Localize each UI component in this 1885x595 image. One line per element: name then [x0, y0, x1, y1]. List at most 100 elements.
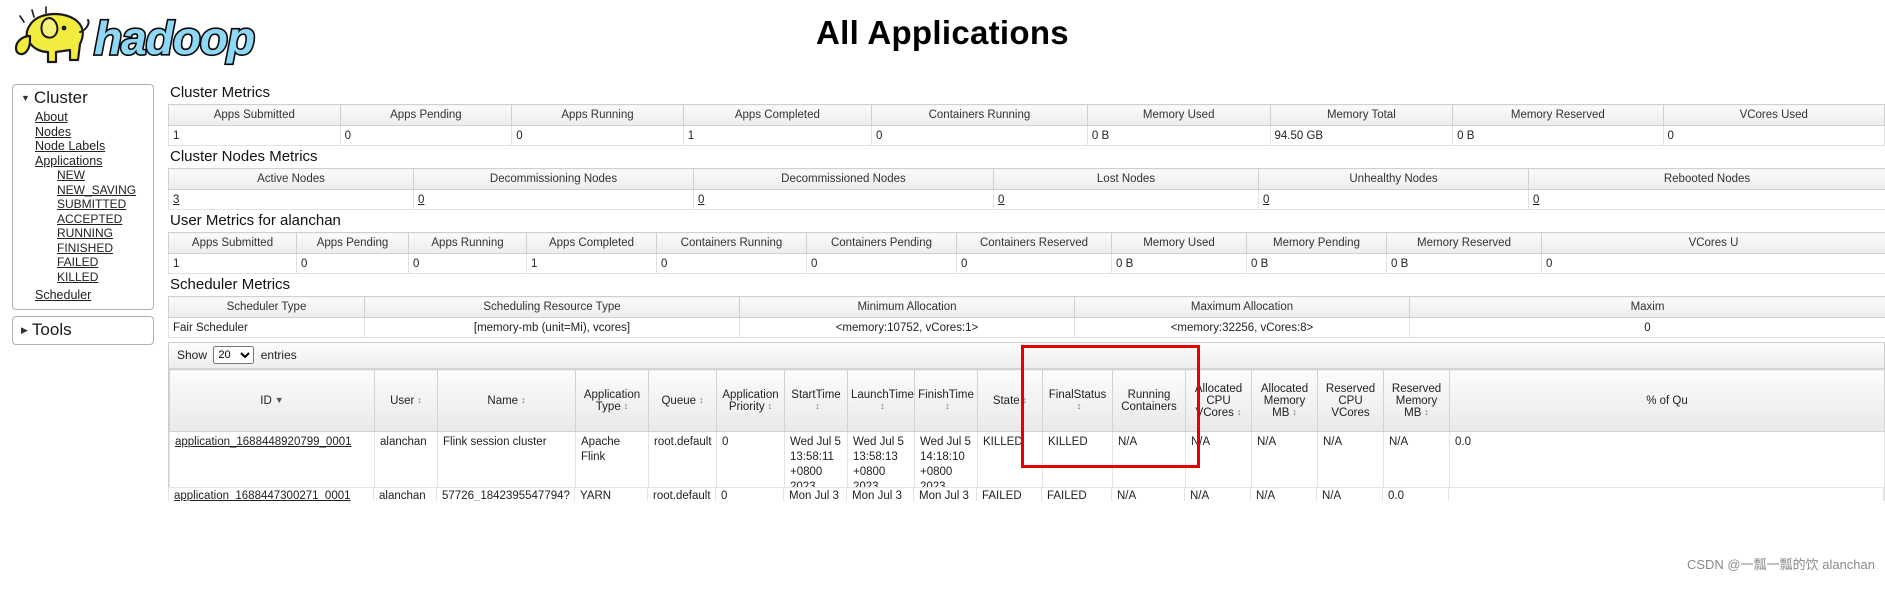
caret-right-icon: ▶ — [21, 324, 28, 335]
col-decommissioned-nodes: Decommissioned Nodes — [693, 168, 994, 190]
sort-both-icon: ↕ — [1292, 407, 1297, 418]
col-apps-completed: Apps Completed — [682, 104, 872, 126]
col-name[interactable]: Name ↕ — [437, 369, 576, 432]
col-minimum-allocation: Minimum Allocation — [739, 296, 1075, 318]
table-row: 1 0 0 1 0 0 0 0 B 0 B 0 B 0 — [168, 253, 1885, 274]
sort-both-icon: ↕ — [699, 395, 704, 406]
sidebar-item-failed[interactable]: FAILED — [57, 255, 147, 270]
cell-allocated-memory: N/A — [1250, 487, 1317, 501]
val-apps-running: 0 — [511, 125, 684, 146]
user-metrics-table: Apps Submitted Apps Pending Apps Running… — [168, 232, 1885, 274]
sidebar-item-about[interactable]: About — [35, 110, 147, 125]
cell-running-containers: N/A — [1111, 487, 1185, 501]
main-content: Cluster Metrics Apps Submitted Apps Pend… — [168, 84, 1885, 500]
val-user-memory-reserved: 0 B — [1386, 253, 1542, 274]
sidebar-cluster-section: ▼ Cluster About Nodes Node Labels Applica… — [12, 84, 154, 310]
col-finishtime[interactable]: FinishTime↕ — [914, 369, 978, 432]
sidebar-app-states: NEW NEW_SAVING SUBMITTED ACCEPTED RUNNIN… — [35, 168, 147, 284]
col-finalstatus[interactable]: FinalStatus↕ — [1042, 369, 1113, 432]
col-starttime[interactable]: StartTime↕ — [784, 369, 848, 432]
sidebar-tools-header[interactable]: ▶ Tools — [19, 320, 147, 340]
applications-table: ID ▼ User ↕ Name ↕ Application Type ↕ Queue ↕… — [169, 369, 1885, 499]
col-user-apps-pending: Apps Pending — [296, 232, 409, 254]
applications-table-panel: Show 204060100 entries ID▼ User↕ Name↕ A… — [168, 342, 1885, 500]
sidebar-item-applications[interactable]: Applications — [35, 154, 147, 169]
val-user-apps-pending: 0 — [296, 253, 409, 274]
col-apps-running: Apps Running — [511, 104, 684, 126]
col-scheduler-type: Scheduler Type — [168, 296, 365, 318]
sidebar-item-submitted[interactable]: SUBMITTED — [57, 197, 147, 212]
col-launchtime[interactable]: LaunchTime↕ — [847, 369, 915, 432]
col-active-nodes: Active Nodes — [168, 168, 414, 190]
val-decommissioned-nodes[interactable]: 0 — [693, 189, 994, 210]
col-state[interactable]: State ↕ — [977, 369, 1043, 432]
cell-application-type: YARN — [574, 487, 648, 501]
col-reserved-memory-mb[interactable]: Reserved Memory MB ↕ — [1383, 369, 1450, 432]
col-user-containers-running: Containers Running — [656, 232, 807, 254]
val-user-vcores-used: 0 — [1541, 253, 1885, 274]
col-pct-of-queue[interactable]: % of Qu — [1449, 369, 1885, 432]
sort-both-icon: ↕ — [1424, 407, 1429, 418]
table-header-row: Apps Submitted Apps Pending Apps Running… — [168, 232, 1885, 254]
cell-finalstatus: FAILED — [1041, 487, 1112, 501]
entries-per-page-select[interactable]: 204060100 — [213, 346, 255, 364]
sidebar-item-node-labels[interactable]: Node Labels — [35, 139, 147, 154]
sidebar-item-nodes[interactable]: Nodes — [35, 125, 147, 140]
col-reserved-cpu-vcores[interactable]: Reserved CPU VCores — [1317, 369, 1384, 432]
val-lost-nodes[interactable]: 0 — [993, 189, 1259, 210]
show-entries-label: Show — [177, 348, 208, 362]
cluster-nodes-metrics-table: Active Nodes Decommissioning Nodes Decom… — [168, 168, 1885, 210]
sidebar-item-finished[interactable]: FINISHED — [57, 241, 147, 256]
val-user-containers-pending: 0 — [806, 253, 957, 274]
sidebar-item-scheduler[interactable]: Scheduler — [35, 288, 147, 303]
table-row[interactable]: application_1688447300271_0001 alanchan … — [168, 487, 1884, 501]
col-apps-pending: Apps Pending — [339, 104, 513, 126]
user-metrics-title: User Metrics for alanchan — [170, 212, 341, 229]
cluster-metrics-title: Cluster Metrics — [170, 84, 271, 101]
val-user-apps-submitted: 1 — [168, 253, 297, 274]
col-application-type[interactable]: Application Type ↕ — [575, 369, 649, 432]
col-memory-total: Memory Total — [1269, 104, 1454, 126]
table-row: 3 0 0 0 0 0 — [168, 189, 1885, 210]
sidebar-tools-section: ▶ Tools — [12, 315, 154, 345]
applications-table-clipped-row: application_1688447300271_0001 alanchan … — [168, 487, 1885, 501]
col-user[interactable]: User ↕ — [374, 369, 438, 432]
col-maximum-allocation: Maximum Allocation — [1074, 296, 1410, 318]
val-active-nodes[interactable]: 3 — [168, 189, 414, 210]
col-running-containers[interactable]: Running Containers — [1112, 369, 1186, 432]
sort-both-icon: ↕ — [1236, 407, 1242, 418]
sidebar-item-new[interactable]: NEW — [57, 168, 147, 183]
val-scheduling-resource-type: [memory-mb (unit=Mi), vcores] — [364, 317, 740, 338]
val-memory-total: 94.50 GB — [1269, 125, 1454, 146]
cell-pct-of-queue — [1448, 487, 1884, 501]
table-row: 1 0 0 1 0 0 B 94.50 GB 0 B 0 — [168, 125, 1885, 146]
sidebar-item-killed[interactable]: KILLED — [57, 270, 147, 285]
col-rebooted-nodes: Rebooted Nodes — [1528, 168, 1885, 190]
table-header-row: Active Nodes Decommissioning Nodes Decom… — [168, 168, 1885, 190]
val-unhealthy-nodes[interactable]: 0 — [1258, 189, 1529, 210]
col-queue[interactable]: Queue ↕ — [648, 369, 717, 432]
val-scheduler-type: Fair Scheduler — [168, 317, 365, 338]
col-id[interactable]: ID ▼ — [169, 369, 375, 432]
val-decommissioning-nodes[interactable]: 0 — [413, 189, 694, 210]
table-header-row: Apps Submitted Apps Pending Apps Running… — [168, 104, 1885, 126]
page-title: All Applications — [816, 14, 1069, 51]
sort-both-icon: ↕ — [945, 401, 950, 412]
sidebar-item-new-saving[interactable]: NEW_SAVING — [57, 183, 147, 198]
sidebar-item-accepted[interactable]: ACCEPTED — [57, 212, 147, 227]
val-user-containers-running: 0 — [656, 253, 807, 274]
val-user-apps-running: 0 — [408, 253, 527, 274]
col-scheduling-resource-type: Scheduling Resource Type — [364, 296, 740, 318]
val-memory-reserved: 0 B — [1452, 125, 1664, 146]
col-allocated-memory-mb[interactable]: Allocated Memory MB ↕ — [1251, 369, 1318, 432]
col-allocated-cpu-vcores[interactable]: Allocated CPU VCores ↕ — [1185, 369, 1252, 432]
sort-both-icon: ↕ — [417, 395, 422, 406]
cell-starttime: Mon Jul 3 — [783, 487, 847, 501]
sidebar-item-running[interactable]: RUNNING — [57, 226, 147, 241]
cell-app-id[interactable]: application_1688447300271_0001 — [168, 487, 374, 501]
sidebar-cluster-label: Cluster — [33, 88, 88, 107]
sidebar-cluster-header[interactable]: ▼ Cluster — [19, 88, 147, 108]
val-rebooted-nodes[interactable]: 0 — [1528, 189, 1885, 210]
col-application-priority[interactable]: Application Priority ↕ — [716, 369, 785, 432]
sort-both-icon: ↕ — [1076, 401, 1082, 412]
